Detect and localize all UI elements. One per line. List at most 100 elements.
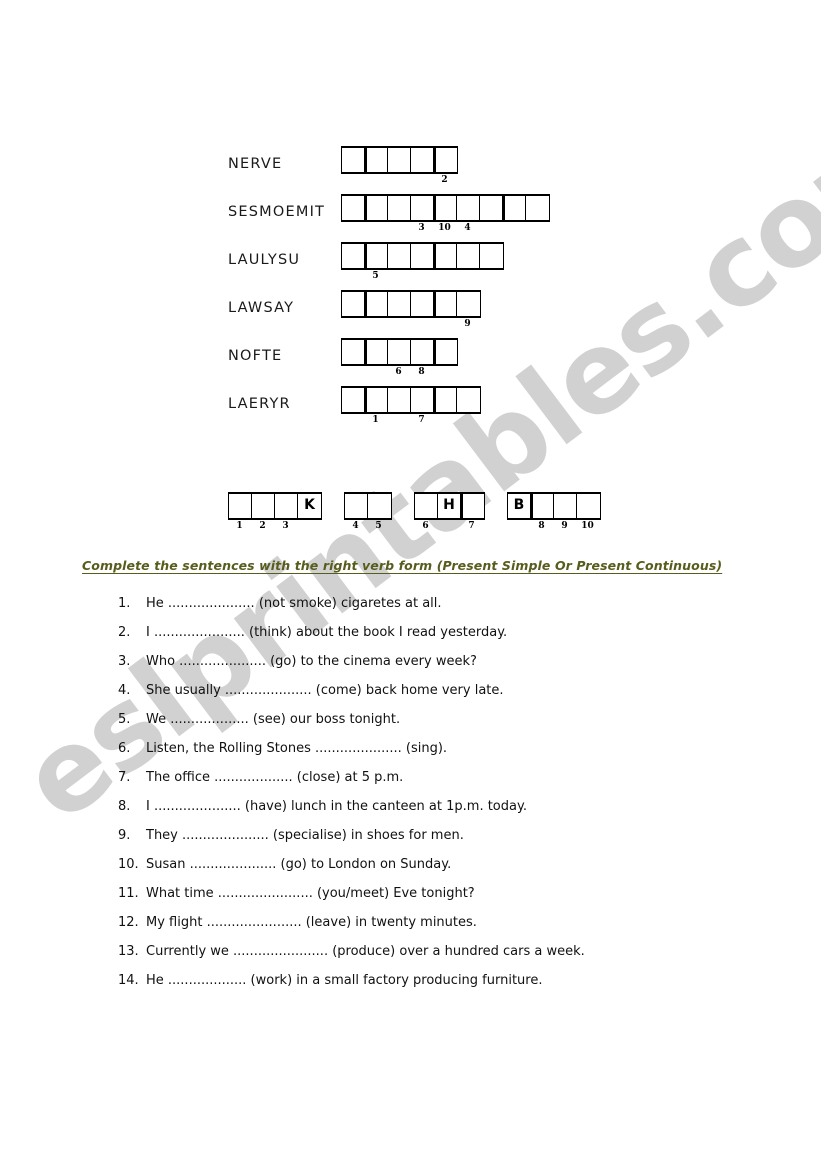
sentence-item: 2. I ...................... (think) about… [118, 625, 758, 654]
letter-cell[interactable] [434, 340, 457, 364]
anagram-grid: 3 10 4 [341, 194, 550, 234]
sentence-number: 9. [118, 828, 131, 843]
sentence-number: 6. [118, 741, 131, 756]
sentence-text: I ...................... (think) about t… [146, 625, 508, 640]
letter-cell[interactable] [342, 292, 365, 316]
letter-cell[interactable] [461, 494, 484, 518]
letter-grid [341, 338, 458, 366]
sentence-number: 12. [118, 915, 139, 930]
sentence-text: My flight ....................... (leave… [146, 915, 477, 930]
sentence-item: 9. They ..................... (specialise… [118, 828, 758, 857]
letter-cell[interactable] [577, 494, 600, 518]
letter-cell[interactable] [342, 388, 365, 412]
cell-number-row: 8 9 10 [507, 521, 599, 532]
sentence-number: 8. [118, 799, 131, 814]
letter-cell[interactable] [388, 196, 411, 220]
cell-number: 8 [538, 521, 545, 531]
letter-cell[interactable] [415, 494, 438, 518]
letter-grid [341, 242, 504, 270]
cell-number [387, 319, 410, 330]
cell-number [456, 415, 479, 426]
cell-number: 1 [372, 415, 379, 425]
anagram-grid: 2 [341, 146, 458, 186]
anagram-word-label: LAWSAY [228, 300, 295, 316]
letter-cell[interactable] [342, 148, 365, 172]
answer-word-group: K 1 2 3 [228, 492, 322, 532]
letter-cell[interactable] [531, 494, 554, 518]
cell-number-row: 17 [341, 415, 479, 426]
letter-cell[interactable] [411, 148, 434, 172]
letter-cell[interactable] [365, 148, 388, 172]
cell-number [364, 223, 387, 234]
sentence-number: 14. [118, 973, 139, 988]
letter-cell[interactable] [229, 494, 252, 518]
anagram-grid: 5 [341, 242, 504, 282]
letter-cell[interactable]: H [438, 494, 461, 518]
cell-number [410, 271, 433, 282]
given-letter: H [443, 497, 455, 513]
cell-number [433, 319, 456, 330]
answer-word-group: H67 [414, 492, 485, 532]
sentence-text: What time ....................... (you/m… [146, 886, 475, 901]
letter-cell[interactable] [457, 292, 480, 316]
letter-cell[interactable]: B [508, 494, 531, 518]
letter-cell[interactable] [365, 340, 388, 364]
cell-number [410, 319, 433, 330]
cell-number [502, 223, 525, 234]
sentence-item: 4. She usually ..................... (com… [118, 683, 758, 712]
letter-grid [341, 146, 458, 174]
anagram-grid: 17 [341, 386, 481, 426]
letter-cell[interactable] [457, 244, 480, 268]
letter-grid [341, 290, 481, 318]
letter-cell[interactable] [434, 196, 457, 220]
letter-cell[interactable]: K [298, 494, 321, 518]
sentence-text: He ................... (work) in a small… [146, 973, 543, 988]
cell-number [341, 415, 364, 426]
cell-number-row: 9 [341, 319, 479, 330]
instruction-heading: Complete the sentences with the right ve… [82, 558, 723, 573]
letter-grid: K [228, 492, 322, 520]
letter-cell[interactable] [411, 388, 434, 412]
letter-cell[interactable] [345, 494, 368, 518]
letter-cell[interactable] [275, 494, 298, 518]
letter-cell[interactable] [388, 340, 411, 364]
sentence-number: 11. [118, 886, 139, 901]
letter-cell[interactable] [480, 196, 503, 220]
letter-cell[interactable] [434, 244, 457, 268]
cell-number [297, 521, 320, 532]
letter-cell[interactable] [411, 292, 434, 316]
answer-grid: 45 [344, 492, 392, 532]
letter-cell[interactable] [365, 244, 388, 268]
letter-cell[interactable] [342, 244, 365, 268]
letter-cell[interactable] [388, 148, 411, 172]
letter-cell[interactable] [411, 340, 434, 364]
sentence-item: 10. Susan ..................... (go) to L… [118, 857, 758, 886]
letter-cell[interactable] [434, 388, 457, 412]
letter-cell[interactable] [252, 494, 275, 518]
cell-number: 2 [441, 175, 448, 185]
letter-cell[interactable] [388, 292, 411, 316]
letter-cell[interactable] [480, 244, 503, 268]
letter-cell[interactable] [411, 244, 434, 268]
letter-cell[interactable] [554, 494, 577, 518]
letter-cell[interactable] [368, 494, 391, 518]
letter-cell[interactable] [342, 340, 365, 364]
answer-grid: H67 [414, 492, 485, 532]
letter-cell[interactable] [434, 148, 457, 172]
letter-cell[interactable] [388, 244, 411, 268]
letter-grid [341, 194, 550, 222]
letter-cell[interactable] [411, 196, 434, 220]
sentence-text: Currently we ....................... (pr… [146, 944, 585, 959]
cell-number-row: 3 10 4 [341, 223, 548, 234]
letter-cell[interactable] [434, 292, 457, 316]
letter-cell[interactable] [457, 388, 480, 412]
sentence-item: 5. We ................... (see) our boss … [118, 712, 758, 741]
letter-cell[interactable] [457, 196, 480, 220]
letter-cell[interactable] [342, 196, 365, 220]
letter-cell[interactable] [365, 292, 388, 316]
letter-cell[interactable] [388, 388, 411, 412]
letter-cell[interactable] [365, 196, 388, 220]
letter-cell[interactable] [503, 196, 526, 220]
letter-cell[interactable] [526, 196, 549, 220]
letter-cell[interactable] [365, 388, 388, 412]
